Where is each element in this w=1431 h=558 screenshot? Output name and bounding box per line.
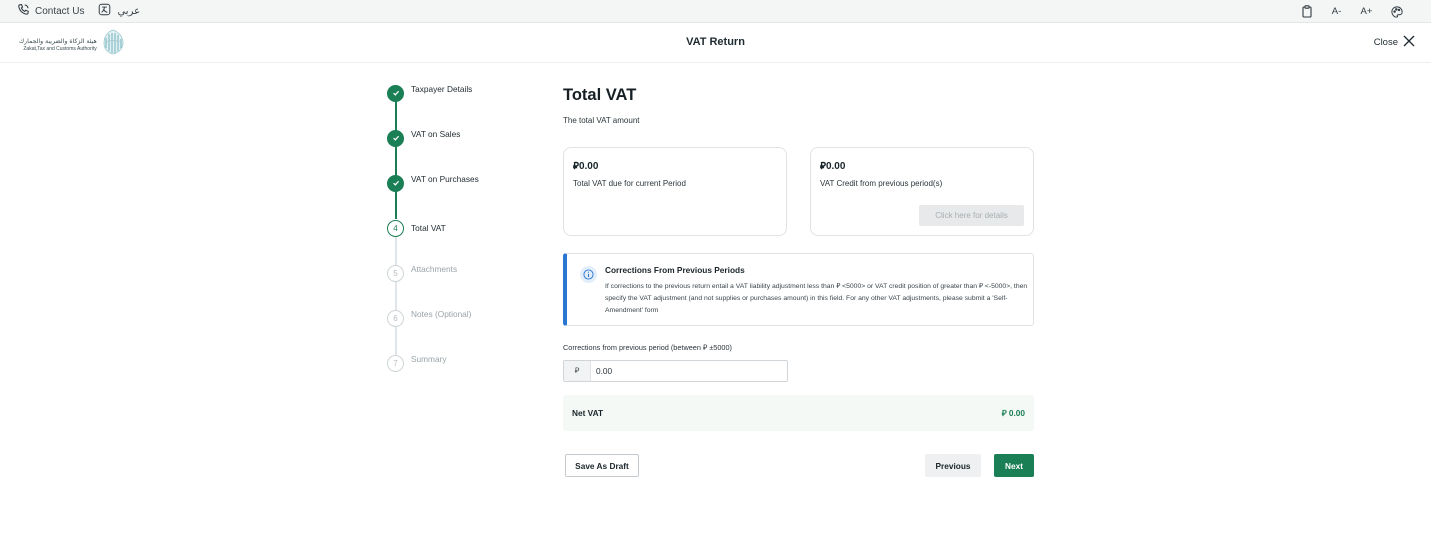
contact-us-link[interactable]: Contact Us (17, 3, 84, 19)
close-icon (1403, 35, 1415, 50)
vat-credit-amount: ⃁0.00 (820, 159, 845, 172)
save-as-draft-button[interactable]: Save As Draft (565, 454, 639, 477)
utility-bar: Contact Us عربي A- A+ (0, 0, 1431, 23)
contact-us-label: Contact Us (35, 5, 85, 17)
net-vat-summary: Net VAT ⃁ 0.00 (563, 395, 1034, 431)
corrections-input-group: ⃁ (563, 360, 788, 382)
total-vat-due-card: ⃁0.00 Total VAT due for current Period (563, 147, 787, 236)
close-label: Close (1373, 37, 1398, 48)
clipboard-icon[interactable] (1300, 4, 1313, 19)
step-label: VAT on Purchases (411, 174, 479, 184)
corrections-notice: Corrections From Previous Periods If cor… (563, 253, 1034, 326)
step-vat-on-purchases[interactable]: VAT on Purchases (387, 174, 537, 192)
vat-credit-card: ⃁0.00 VAT Credit from previous period(s)… (810, 147, 1034, 236)
step-number: 7 (387, 354, 404, 372)
font-increase-button[interactable]: A+ (1360, 4, 1373, 19)
language-label: عربي (117, 5, 141, 17)
step-vat-on-sales[interactable]: VAT on Sales (387, 129, 537, 147)
step-label: Taxpayer Details (411, 84, 473, 94)
amount-value: 0.00 (578, 161, 599, 172)
section-heading: Total VAT (563, 86, 637, 104)
step-summary[interactable]: 7 Summary (387, 354, 537, 372)
step-number: 4 (387, 219, 404, 237)
step-label: Summary (411, 354, 447, 364)
currency-prefix: ⃁ (564, 361, 591, 381)
font-decrease-button[interactable]: A- (1330, 4, 1343, 19)
step-attachments[interactable]: 5 Attachments (387, 264, 537, 282)
step-number: 6 (387, 309, 404, 327)
vat-credit-description: VAT Credit from previous period(s) (820, 179, 943, 188)
total-vat-due-description: Total VAT due for current Period (573, 179, 686, 188)
translate-icon (98, 3, 111, 19)
step-label: VAT on Sales (411, 129, 461, 139)
section-subtitle: The total VAT amount (563, 116, 640, 125)
corrections-input[interactable] (591, 361, 787, 381)
language-switch[interactable]: عربي (98, 3, 140, 19)
net-vat-value: ⃁ 0.00 (1001, 408, 1025, 418)
total-vat-due-amount: ⃁0.00 (573, 159, 598, 172)
stepper-line-completed (395, 101, 397, 219)
page-header: هيئة الزكاة والضريبة والجمارك Zakat,Tax … (0, 23, 1431, 63)
previous-button[interactable]: Previous (925, 454, 981, 477)
corrections-field-label: Corrections from previous period (betwee… (563, 343, 732, 352)
step-taxpayer-details[interactable]: Taxpayer Details (387, 84, 537, 102)
step-total-vat[interactable]: 4 Total VAT (387, 219, 537, 237)
amount-value: 0.00 (825, 161, 846, 172)
next-button[interactable]: Next (994, 454, 1034, 477)
notice-body: If corrections to the previous return en… (605, 283, 1028, 314)
info-icon (580, 266, 597, 283)
step-label: Attachments (411, 264, 458, 274)
step-notes[interactable]: 6 Notes (Optional) (387, 309, 537, 327)
phone-icon (17, 3, 30, 19)
palette-icon[interactable] (1390, 4, 1403, 19)
step-check-icon (387, 84, 404, 102)
details-button[interactable]: Click here for details (919, 205, 1024, 226)
step-number: 5 (387, 264, 404, 282)
net-vat-label: Net VAT (572, 408, 604, 418)
step-check-icon (387, 129, 404, 147)
step-label: Total VAT (411, 223, 446, 233)
page-title: VAT Return (686, 36, 745, 48)
notice-title: Corrections From Previous Periods (605, 265, 745, 275)
close-button[interactable]: Close (1374, 35, 1415, 50)
step-label: Notes (Optional) (411, 309, 472, 319)
stepper-line-pending (395, 236, 397, 361)
step-check-icon (387, 174, 404, 192)
